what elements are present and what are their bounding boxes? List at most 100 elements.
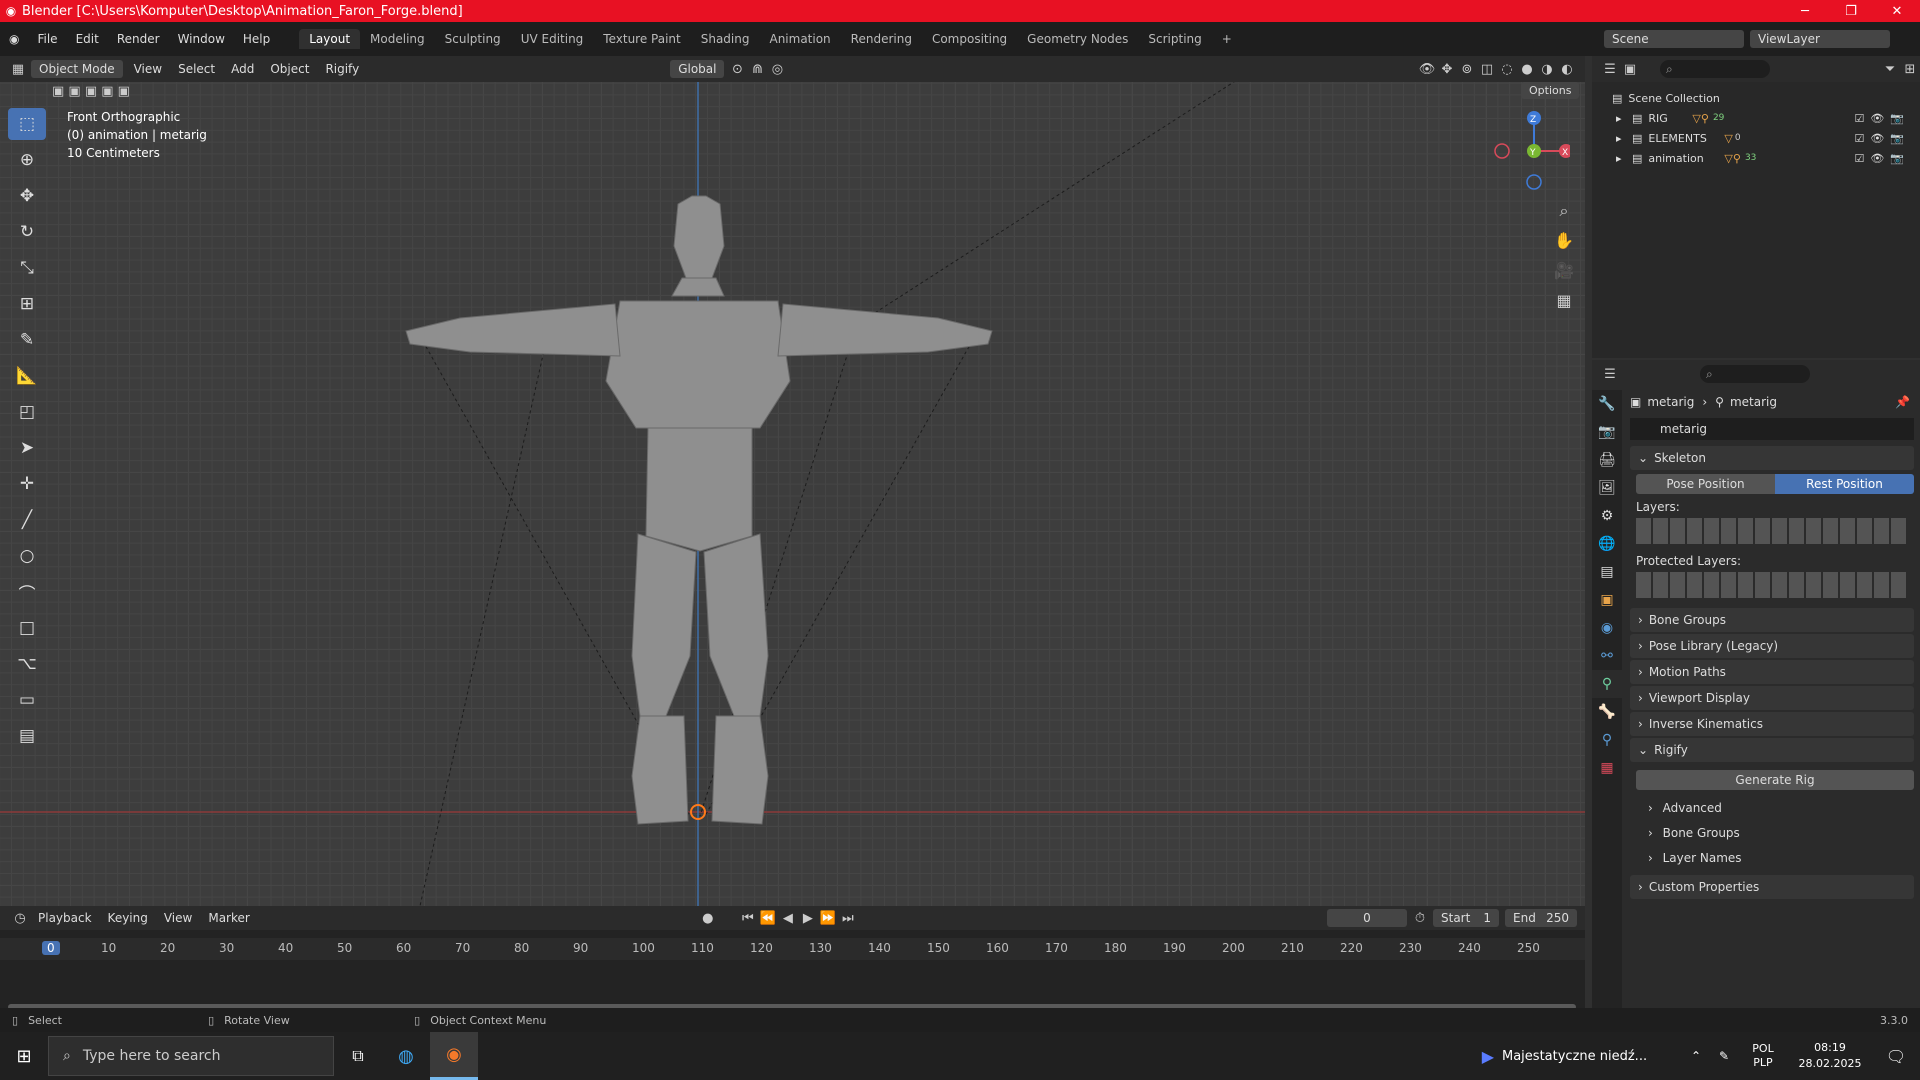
collection-tab-icon[interactable]: ▤ [1592,558,1622,586]
visibility-icon[interactable]: 👁 [1417,59,1437,79]
solid-shading-icon[interactable]: ● [1517,59,1537,79]
skeleton-panel-header[interactable]: ⌄ Skeleton [1630,446,1914,470]
xray-icon[interactable]: ◫ [1477,59,1497,79]
move-tool-icon[interactable]: ✥ [8,180,46,212]
inverse-kinematics-panel[interactable]: › Inverse Kinematics [1630,712,1914,736]
tab-scripting[interactable]: Scripting [1138,29,1211,49]
menu-playback[interactable]: Playback [30,909,100,927]
proportional-edit-icon[interactable]: ◎ [767,59,787,79]
menu-window[interactable]: Window [169,32,234,46]
end-frame-field[interactable]: End 250 [1505,909,1577,927]
expand-icon[interactable]: ▸ [1616,132,1632,145]
menu-help[interactable]: Help [234,32,279,46]
restore-icon[interactable]: ❐ [1828,4,1874,19]
bone-constraints-tab-icon[interactable]: ⚲ [1592,726,1622,754]
outliner-row-animation[interactable]: ▸ ▤ animation ▽⚲ 33 ☑👁📷 [1592,148,1920,168]
menu-keying[interactable]: Keying [100,909,156,927]
layer-names-subpanel[interactable]: › Layer Names [1648,846,1920,871]
add-cube-tool-icon[interactable]: ◰ [8,396,46,428]
frame-ruler[interactable]: 0 10 20 30 40 50 60 70 80 90 100 110 120 130 140 150 160… [0,938,1585,960]
minimize-icon[interactable]: ─ [1782,4,1828,19]
jump-end-icon[interactable]: ⏭ [838,908,858,928]
properties-type-icon[interactable]: ☰ [1600,364,1620,384]
tab-uv-editing[interactable]: UV Editing [511,29,594,49]
tab-texture-paint[interactable]: Texture Paint [593,29,690,49]
menu-render[interactable]: Render [108,32,169,46]
properties-search-input[interactable]: ⌕ [1700,365,1810,383]
pose-position-button[interactable]: Pose Position [1636,474,1775,494]
constraints-tab-icon[interactable]: ⚯ [1592,642,1622,670]
overlay-icon[interactable]: ⊚ [1457,59,1477,79]
gizmo-toggle-icon[interactable]: ✥ [1437,59,1457,79]
transform-tool-icon[interactable]: ⊞ [8,288,46,320]
filter-icon[interactable]: ⏷ [1880,59,1900,79]
scale-tool-icon[interactable]: ⤡ [8,252,46,284]
texture-tab-icon[interactable]: ▦ [1592,754,1622,782]
mode-selector[interactable]: Object Mode [31,60,123,78]
custom-properties-panel[interactable]: › Custom Properties [1630,875,1914,899]
circle-tool-icon[interactable]: ○ [8,540,46,572]
tab-compositing[interactable]: Compositing [922,29,1017,49]
menu-marker[interactable]: Marker [200,909,257,927]
tab-sculpting[interactable]: Sculpting [435,29,511,49]
viewport-display-panel[interactable]: › Viewport Display [1630,686,1914,710]
menu-object[interactable]: Object [262,60,317,78]
bone-groups-panel[interactable]: › Bone Groups [1630,608,1914,632]
view-layer-tab-icon[interactable]: 🖼 [1592,474,1622,502]
expand-icon[interactable]: ▸ [1616,112,1632,125]
pan-hand-icon[interactable]: ✋ [1552,226,1576,256]
arrow-tool-icon[interactable]: ➤ [8,432,46,464]
box-tool-icon[interactable]: □ [8,612,46,644]
generate-rig-button[interactable]: Generate Rig [1636,770,1914,790]
datablock-field[interactable]: metarig [1630,418,1914,440]
task-view-icon[interactable]: ⧉ [334,1046,382,1066]
windows-start-icon[interactable]: ⊞ [0,1046,48,1067]
bone-tab-icon[interactable]: 🦴 [1592,698,1622,726]
measure-tool-icon[interactable]: 📐 [8,360,46,392]
motion-paths-panel[interactable]: › Motion Paths [1630,660,1914,684]
navigation-gizmo[interactable]: Z Y X [1490,110,1573,190]
rigify-bone-groups-subpanel[interactable]: › Bone Groups [1648,821,1920,846]
tab-layout[interactable]: Layout [299,29,361,49]
view-layer-selector[interactable]: ViewLayer [1750,30,1890,48]
ortho-grid-icon[interactable]: ▦ [1552,286,1576,316]
cursor-tool-icon[interactable]: ⊕ [8,144,46,176]
bone-layers-grid[interactable] [1636,518,1906,544]
tab-shading[interactable]: Shading [691,29,760,49]
select-box-tool-icon[interactable]: ⬚ [8,108,46,140]
camera-view-icon[interactable]: 🎥 [1552,256,1576,286]
new-collection-icon[interactable]: ⊞ [1900,59,1920,79]
visibility-toggles[interactable]: ☑👁📷 [1854,152,1910,165]
rest-position-button[interactable]: Rest Position [1775,474,1914,494]
tab-geometry-nodes[interactable]: Geometry Nodes [1017,29,1138,49]
tool-tab-icon[interactable]: 🔧 [1592,390,1622,418]
tab-modeling[interactable]: Modeling [360,29,435,49]
media-title[interactable]: Majestatyczne niedź... [1502,1049,1682,1064]
timeline-type-icon[interactable]: ◷ [10,908,30,928]
expand-icon[interactable]: ▸ [1616,152,1632,165]
scene-tab-icon[interactable]: ⚙ [1592,502,1622,530]
outliner-type-icon[interactable]: ☰ [1600,59,1620,79]
menu-add[interactable]: Add [223,60,262,78]
add-workspace-icon[interactable]: + [1212,29,1242,49]
snap-icon[interactable]: ⋒ [747,59,767,79]
media-icon[interactable]: ▶ [1482,1047,1494,1066]
display-mode-icon[interactable]: ▣ [1620,59,1640,79]
menu-file[interactable]: File [28,32,66,46]
notifications-icon[interactable]: 🗨 [1872,1047,1920,1066]
curve-tool-icon[interactable]: ⌒ [8,576,46,608]
pen-icon[interactable]: ✎ [1710,1049,1738,1063]
rotate-tool-icon[interactable]: ↻ [8,216,46,248]
jump-start-icon[interactable]: ⏮ [738,908,758,928]
world-tab-icon[interactable]: 🌐 [1592,530,1622,558]
line-tool-icon[interactable]: ╱ [8,504,46,536]
outliner-search-input[interactable]: ⌕ [1660,60,1770,78]
material-shading-icon[interactable]: ◑ [1537,59,1557,79]
annotate-tool-icon[interactable]: ✎ [8,324,46,356]
pose-library-panel[interactable]: › Pose Library (Legacy) [1630,634,1914,658]
transform-orientation[interactable]: Global [670,60,725,78]
armature-data-tab-icon[interactable]: ⚲ [1592,670,1622,698]
next-keyframe-icon[interactable]: ⏩ [818,908,838,928]
edge-browser-icon[interactable]: ◍ [382,1046,430,1067]
protected-layers-grid[interactable] [1636,572,1906,598]
